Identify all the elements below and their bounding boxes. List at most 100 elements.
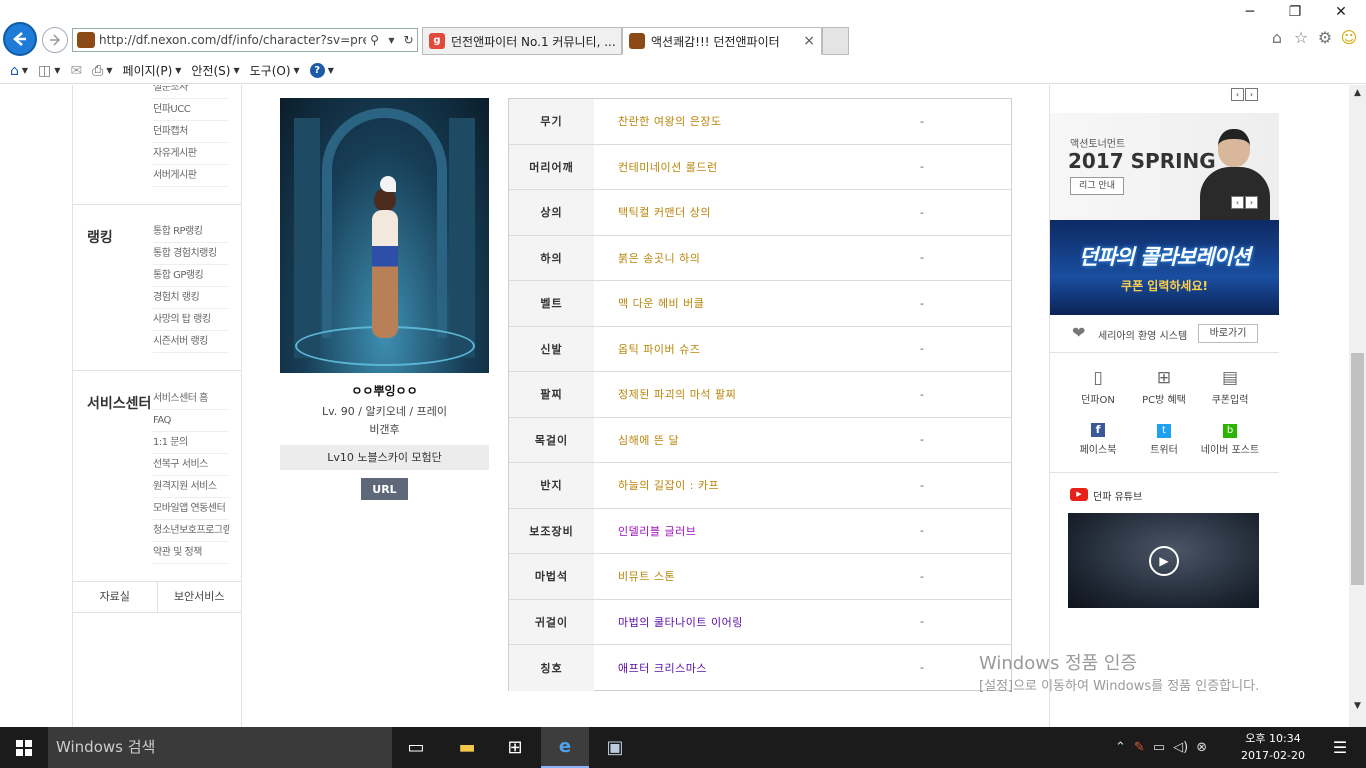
pen-icon[interactable]: ✎ bbox=[1134, 740, 1145, 755]
minimize-button[interactable]: ─ bbox=[1238, 4, 1262, 26]
store-icon[interactable]: ⊞ bbox=[491, 727, 539, 768]
close-window-button[interactable]: ✕ bbox=[1329, 4, 1353, 26]
next-arrow-icon[interactable]: › bbox=[1245, 88, 1258, 101]
quick-coupon[interactable]: ▤ 쿠폰입력 bbox=[1195, 367, 1265, 406]
prev-arrow-icon[interactable]: ‹ bbox=[1231, 196, 1244, 209]
youtube-video-thumbnail[interactable]: ▶ bbox=[1068, 513, 1259, 608]
nav-item[interactable]: 사망의 탑 랭킹 bbox=[153, 309, 229, 331]
equipment-item-link[interactable]: 심해에 뜬 달 bbox=[618, 418, 679, 463]
nav-item[interactable]: 약관 및 정책 bbox=[153, 542, 229, 564]
quick-pc-bang[interactable]: ⊞ PC방 혜택 bbox=[1129, 367, 1199, 406]
close-tab-icon[interactable]: × bbox=[803, 33, 815, 49]
equipment-item-link[interactable]: 비뮤트 스톤 bbox=[618, 554, 675, 599]
page-scrollbar[interactable]: ▲ ▼ bbox=[1349, 85, 1366, 727]
nav-item[interactable]: 원격지원 서비스 bbox=[153, 476, 229, 498]
nav-item[interactable]: 모바일앱 연동센터 bbox=[153, 498, 229, 520]
quick-naver-post[interactable]: b 네이버 포스트 bbox=[1195, 417, 1265, 456]
tools-menu[interactable]: 도구(O) ▼ bbox=[246, 60, 304, 82]
tab-dnf-active[interactable]: 액션쾌감!!! 던전앤파이터 × bbox=[622, 27, 822, 55]
nav-item[interactable]: 1:1 문의 bbox=[153, 432, 229, 454]
security-service-link[interactable]: 보안서비스 bbox=[158, 582, 242, 612]
control-panel-icon[interactable]: ▣ bbox=[591, 727, 639, 768]
settings-gear-icon[interactable]: ⚙ bbox=[1313, 28, 1337, 50]
help-menu[interactable]: ? ▼ bbox=[306, 60, 338, 82]
nav-item[interactable]: 서비스센터 홈 bbox=[153, 388, 229, 410]
mail-button[interactable]: ✉ bbox=[66, 60, 86, 82]
prev-arrow-icon[interactable]: ‹ bbox=[1231, 88, 1244, 101]
address-bar[interactable]: ⚲ ▼ ↻ bbox=[72, 28, 418, 52]
quick-facebook[interactable]: f 페이스북 bbox=[1063, 417, 1133, 456]
next-arrow-icon[interactable]: › bbox=[1245, 196, 1258, 209]
volume-icon[interactable]: ◁) bbox=[1173, 740, 1188, 755]
refresh-icon[interactable]: ↻ bbox=[400, 30, 417, 50]
url-button[interactable]: URL bbox=[361, 478, 408, 500]
safety-menu[interactable]: 안전(S) ▼ bbox=[187, 60, 243, 82]
collaboration-banner[interactable]: 던파의 콜라보레이션 쿠폰 입력하세요! bbox=[1050, 220, 1279, 315]
file-explorer-icon[interactable]: ▬ bbox=[443, 727, 491, 768]
equipment-slot: 팔찌 bbox=[509, 372, 594, 417]
shortcut-button[interactable]: 바로가기 bbox=[1198, 324, 1258, 343]
nav-item[interactable]: 서버게시판 bbox=[153, 165, 229, 187]
restore-button[interactable]: ❐ bbox=[1283, 4, 1307, 26]
equipment-slot: 마법석 bbox=[509, 554, 594, 599]
equipment-item-link[interactable]: 정제된 파괴의 마석 팔찌 bbox=[618, 372, 736, 417]
nav-item[interactable]: 자유게시판 bbox=[153, 143, 229, 165]
play-icon[interactable]: ▶ bbox=[1149, 546, 1179, 576]
equipment-item-link[interactable]: 컨테미네이션 롤드런 bbox=[618, 145, 718, 190]
home-menu-button[interactable]: ⌂ ▼ bbox=[6, 60, 32, 82]
scroll-down-icon[interactable]: ▼ bbox=[1349, 698, 1366, 715]
smiley-feedback-icon[interactable]: ☺ bbox=[1337, 28, 1361, 50]
nav-item[interactable]: 던파캡처 bbox=[153, 121, 229, 143]
tab-community[interactable]: g 던전앤파이터 No.1 커뮤니티, ... bbox=[422, 27, 622, 55]
equipment-item-link[interactable]: 하늘의 길잡이 : 카프 bbox=[618, 463, 719, 508]
chevron-up-icon[interactable]: ⌃ bbox=[1115, 740, 1126, 755]
scroll-up-icon[interactable]: ▲ bbox=[1349, 85, 1366, 102]
nav-item[interactable]: 통합 경험치랭킹 bbox=[153, 243, 229, 265]
nav-item[interactable]: 통합 GP랭킹 bbox=[153, 265, 229, 287]
tournament-banner[interactable]: 액션토너먼트 2017 SPRING 리그 안내 ‹ › bbox=[1050, 113, 1279, 220]
equipment-item-link[interactable]: 택틱컬 커맨더 상의 bbox=[618, 190, 711, 235]
task-view-icon[interactable]: ▭ bbox=[392, 727, 440, 768]
nav-item[interactable]: 통합 RP랭킹 bbox=[153, 221, 229, 243]
quick-twitter[interactable]: t 트위터 bbox=[1129, 417, 1199, 456]
new-tab-button[interactable] bbox=[822, 27, 849, 55]
nav-item[interactable]: 경험치 랭킹 bbox=[153, 287, 229, 309]
equipment-item-link[interactable]: 마법의 쿨타나이트 이어링 bbox=[618, 600, 743, 645]
nav-item[interactable]: 설문조사 bbox=[153, 85, 229, 99]
page-menu[interactable]: 페이지(P) ▼ bbox=[119, 60, 186, 82]
home-icon[interactable]: ⌂ bbox=[1265, 28, 1289, 50]
internet-explorer-icon[interactable]: e bbox=[541, 727, 589, 768]
scroll-thumb[interactable] bbox=[1351, 353, 1364, 585]
equipment-item-link[interactable]: 맥 다운 헤비 버클 bbox=[618, 281, 704, 326]
equipment-item-link[interactable]: 붉은 송곳니 하의 bbox=[618, 236, 700, 281]
quick-label: 던파ON bbox=[1081, 395, 1115, 406]
print-button[interactable]: ⎙ ▼ bbox=[88, 60, 116, 82]
nav-item[interactable]: FAQ bbox=[153, 410, 229, 432]
nav-item[interactable]: 선복구 서비스 bbox=[153, 454, 229, 476]
address-input[interactable] bbox=[99, 30, 366, 50]
forward-button[interactable] bbox=[42, 27, 68, 53]
league-info-button[interactable]: 리그 안내 bbox=[1070, 177, 1124, 195]
start-button[interactable] bbox=[0, 727, 48, 768]
equipment-item-link[interactable]: 애프터 크리스마스 bbox=[618, 645, 707, 691]
quick-dnf-on[interactable]: ▯ 던파ON bbox=[1063, 367, 1133, 406]
clock[interactable]: 오후 10:34 2017-02-20 bbox=[1238, 730, 1308, 764]
nav-item[interactable]: 던파UCC bbox=[153, 99, 229, 121]
equipment-slot: 벨트 bbox=[509, 281, 594, 326]
dropdown-icon[interactable]: ▼ bbox=[383, 30, 400, 50]
battery-icon[interactable]: ▭ bbox=[1153, 740, 1165, 755]
favorites-star-icon[interactable]: ☆ bbox=[1289, 28, 1313, 50]
search-icon[interactable]: ⚲ bbox=[366, 30, 383, 50]
equipment-value: - bbox=[920, 342, 924, 356]
nav-item[interactable]: 청소년보호프로그램 bbox=[153, 520, 229, 542]
feeds-button[interactable]: ◫ ▼ bbox=[34, 60, 64, 82]
equipment-item-link[interactable]: 인델리블 글러브 bbox=[618, 509, 696, 554]
network-blocked-icon[interactable]: ⊗ bbox=[1196, 740, 1207, 755]
equipment-item-link[interactable]: 찬란한 여왕의 은장도 bbox=[618, 99, 722, 144]
archive-link[interactable]: 자료실 bbox=[73, 582, 158, 612]
equipment-item-link[interactable]: 옵틱 파이버 슈즈 bbox=[618, 327, 700, 372]
back-button[interactable] bbox=[3, 22, 37, 56]
taskbar-search[interactable]: Windows 검색 bbox=[48, 727, 392, 768]
notification-center-icon[interactable]: ☰ bbox=[1320, 727, 1360, 768]
nav-item[interactable]: 시즌서버 랭킹 bbox=[153, 331, 229, 353]
